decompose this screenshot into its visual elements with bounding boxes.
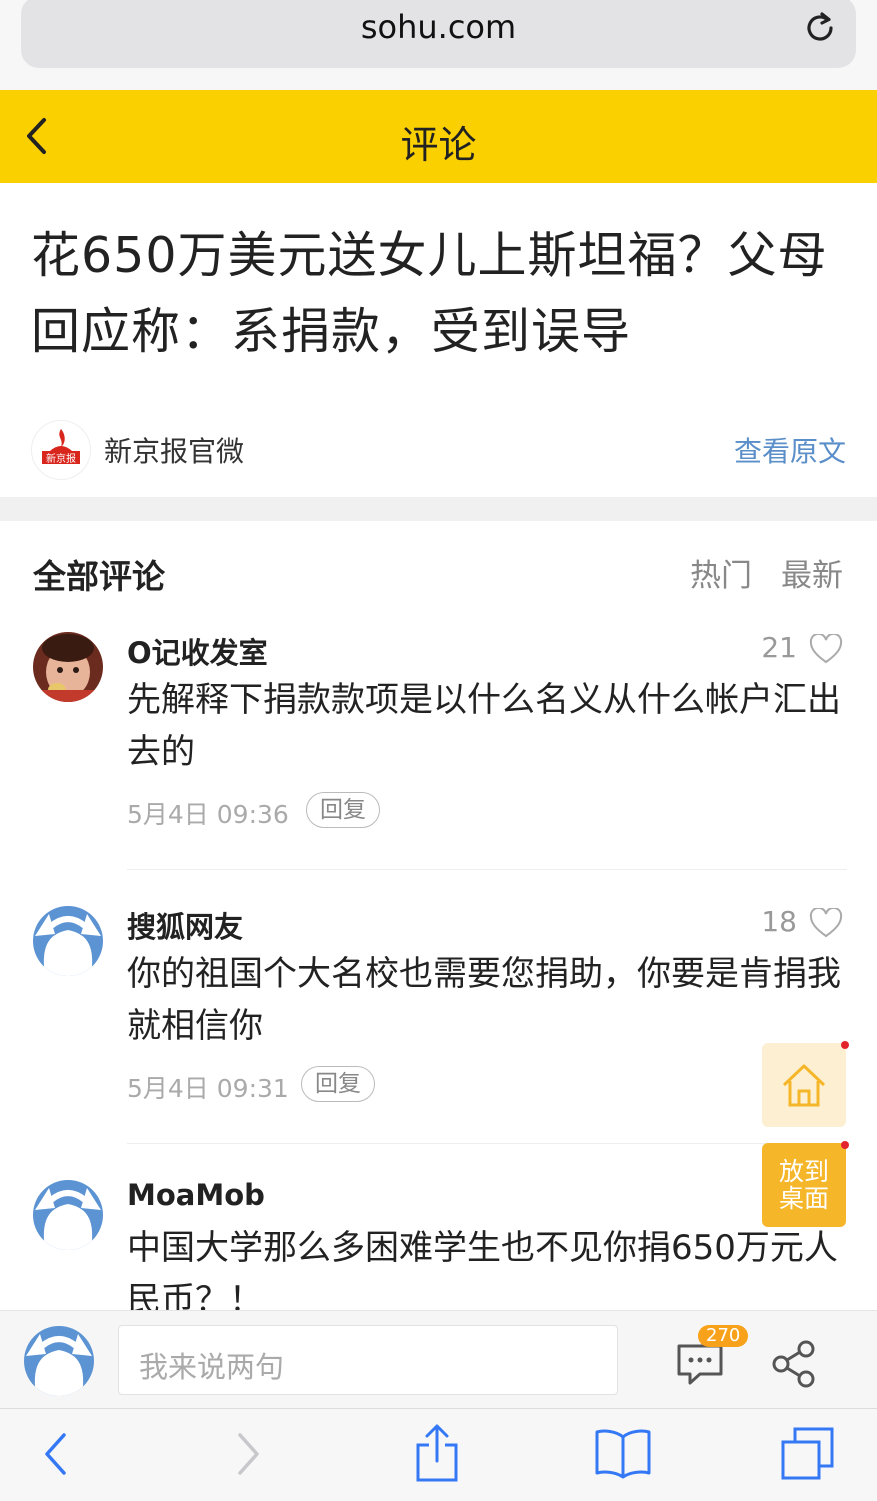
section-divider	[0, 497, 877, 521]
share-icon[interactable]	[770, 1339, 818, 1389]
reload-icon[interactable]	[802, 10, 838, 46]
like-count: 21	[761, 631, 797, 664]
comment-input[interactable]: 我来说两句	[118, 1325, 618, 1395]
article-title[interactable]: 花650万美元送女儿上斯坦福？父母回应称：系捐款，受到误导	[31, 218, 846, 370]
sort-new-tab[interactable]: 最新	[781, 550, 843, 595]
avatar[interactable]	[33, 906, 103, 976]
browser-toolbar	[0, 1408, 877, 1501]
my-avatar[interactable]	[24, 1326, 94, 1396]
tabs-icon[interactable]	[780, 1425, 836, 1481]
browser-address-area: sohu.com	[0, 0, 877, 90]
comment-username[interactable]: MoaMob	[127, 1178, 265, 1212]
article-source-row: 新京报 新京报官微 查看原文	[31, 418, 846, 480]
comment-text[interactable]: 你的祖国个大名校也需要您捐助，你要是肯捐我就相信你	[127, 948, 847, 1052]
add-to-desktop-button[interactable]: 放到桌面	[762, 1143, 846, 1227]
notification-dot	[841, 1041, 849, 1049]
reply-button[interactable]: 回复	[301, 1066, 375, 1102]
home-icon	[782, 1064, 826, 1107]
comments-icon[interactable]	[676, 1342, 724, 1386]
comment-divider	[127, 1143, 847, 1144]
heart-icon[interactable]	[809, 634, 843, 664]
reply-button[interactable]: 回复	[306, 792, 380, 828]
comment-username[interactable]: 搜狐网友	[127, 904, 243, 946]
page-title: 评论	[400, 123, 477, 167]
source-logo[interactable]: 新京报	[31, 420, 91, 480]
bookmarks-icon[interactable]	[594, 1427, 652, 1479]
comment-count-badge: 270	[698, 1325, 749, 1347]
comment-time: 5月4日 09:36	[127, 800, 289, 829]
comment-text[interactable]: 先解释下捐款款项是以什么名义从什么帐户汇出去的	[127, 674, 847, 778]
comment-divider	[127, 869, 847, 870]
browser-back-icon[interactable]	[40, 1429, 70, 1479]
browser-forward-icon[interactable]	[234, 1429, 264, 1479]
avatar[interactable]	[33, 632, 103, 702]
source-name[interactable]: 新京报官微	[104, 430, 244, 470]
like-count: 18	[761, 905, 797, 938]
sort-hot-tab[interactable]: 热门	[690, 550, 752, 595]
source-logo-text: 新京报	[46, 452, 76, 465]
all-comments-title: 全部评论	[33, 557, 165, 596]
heart-icon[interactable]	[809, 908, 843, 938]
address-bar[interactable]: sohu.com	[21, 0, 856, 68]
comment-text[interactable]: 中国大学那么多困难学生也不见你捐650万元人民币？！	[127, 1222, 847, 1310]
page-header: 评论	[0, 90, 877, 183]
notification-dot	[841, 1141, 849, 1149]
add-to-desktop-label: 放到桌面	[778, 1157, 829, 1213]
comment-time: 5月4日 09:31	[127, 1074, 289, 1103]
view-original-link[interactable]: 查看原文	[734, 430, 846, 470]
browser-share-icon[interactable]	[414, 1423, 460, 1483]
comment-bar: 我来说两句 270	[0, 1310, 877, 1408]
avatar[interactable]	[33, 1180, 103, 1250]
home-button[interactable]	[762, 1043, 846, 1127]
comment-username[interactable]: O记收发室	[127, 630, 268, 672]
url-text[interactable]: sohu.com	[21, 8, 856, 46]
